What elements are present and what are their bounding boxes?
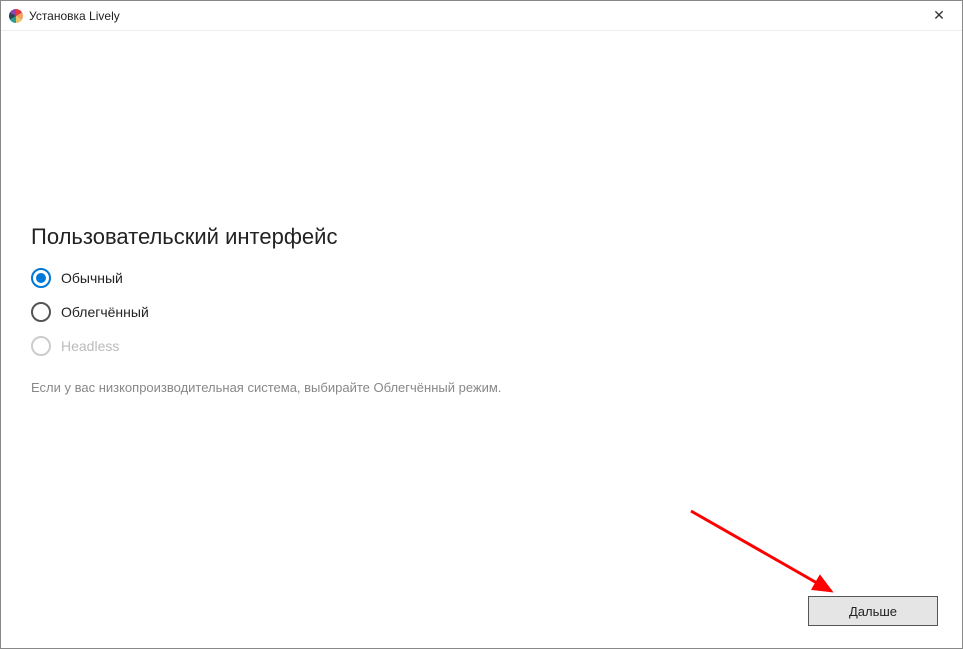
close-icon: ✕ — [933, 7, 945, 24]
radio-label: Обычный — [61, 270, 123, 286]
radio-label: Headless — [61, 338, 119, 354]
titlebar: Установка Lively ✕ — [1, 1, 962, 31]
radio-icon — [31, 336, 51, 356]
titlebar-buttons: ✕ — [916, 1, 962, 30]
footer: Дальше — [1, 588, 962, 648]
radio-option-normal[interactable]: Обычный — [31, 268, 932, 288]
radio-icon — [31, 268, 51, 288]
window-title: Установка Lively — [29, 9, 120, 23]
radio-icon — [31, 302, 51, 322]
section-heading: Пользовательский интерфейс — [31, 224, 932, 250]
installer-window: Установка Lively ✕ Пользовательский инте… — [0, 0, 963, 649]
content-area: Пользовательский интерфейс Обычный Облег… — [1, 31, 962, 588]
ui-mode-radio-group: Обычный Облегчённый Headless — [31, 268, 932, 356]
close-button[interactable]: ✕ — [916, 1, 962, 30]
radio-option-lightweight[interactable]: Облегчённый — [31, 302, 932, 322]
app-icon — [9, 9, 23, 23]
radio-label: Облегчённый — [61, 304, 149, 320]
radio-option-headless: Headless — [31, 336, 932, 356]
next-button[interactable]: Дальше — [808, 596, 938, 626]
hint-text: Если у вас низкопроизводительная система… — [31, 380, 932, 395]
